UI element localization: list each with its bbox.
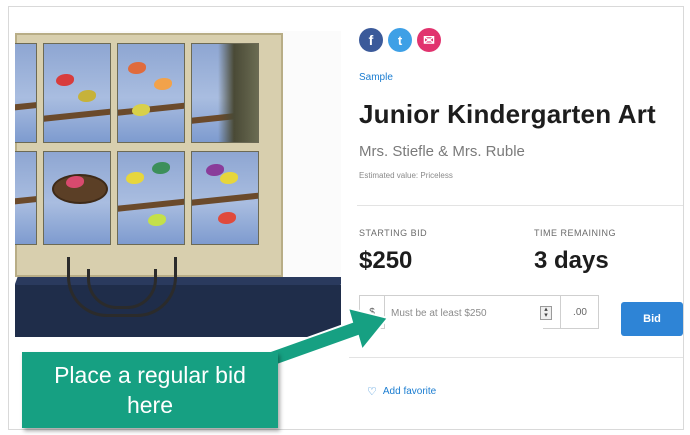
divider: [349, 357, 683, 358]
bid-button[interactable]: Bid: [621, 302, 683, 336]
display-table: [15, 285, 341, 337]
email-icon[interactable]: ✉: [417, 28, 441, 52]
heart-icon: ♡: [367, 386, 377, 398]
instruction-callout: Place a regular bid here: [22, 352, 278, 428]
category-tag[interactable]: Sample: [359, 72, 393, 83]
share-buttons: f t ✉: [359, 28, 683, 52]
time-remaining-label: TIME REMAINING: [534, 228, 617, 238]
facebook-icon[interactable]: f: [359, 28, 383, 52]
starting-bid-label: STARTING BID: [359, 228, 428, 238]
estimated-value: Estimated value: Priceless: [359, 171, 453, 180]
item-title: Junior Kindergarten Art: [359, 99, 656, 129]
divider: [357, 205, 683, 206]
add-favorite-label: Add favorite: [382, 386, 437, 397]
currency-symbol: $: [360, 296, 385, 328]
add-favorite-link[interactable]: ♡ Add favorite: [367, 385, 436, 398]
artwork-image: [15, 31, 341, 337]
bid-amount-group: $ ▴▾ .00: [359, 295, 599, 330]
twitter-icon[interactable]: t: [388, 28, 412, 52]
time-remaining-value: 3 days: [534, 247, 609, 274]
bid-amount-input[interactable]: [385, 296, 543, 330]
item-details: f t ✉ Sample Junior Kindergarten Art Mrs…: [357, 23, 683, 274]
window-frame-artwork: [15, 33, 283, 277]
item-donor: Mrs. Stiefle & Mrs. Ruble: [359, 143, 525, 160]
cents-suffix: .00: [560, 296, 599, 328]
callout-text: Place a regular bid here: [54, 362, 246, 418]
starting-bid-value: $250: [359, 247, 413, 274]
amount-stepper[interactable]: ▴ ▾: [540, 306, 552, 320]
